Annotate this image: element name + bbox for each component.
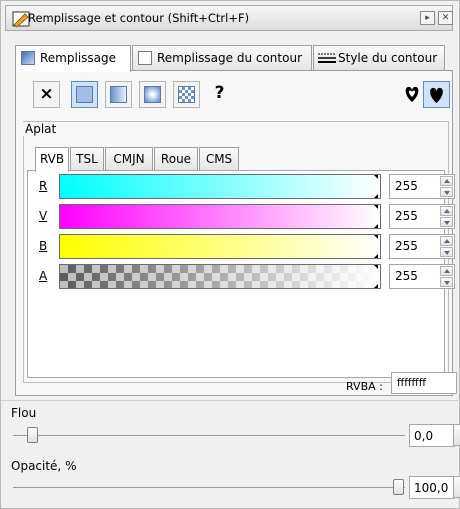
tab-stroke-style-label: Style du contour: [338, 51, 438, 65]
flat-color-icon: [76, 86, 93, 103]
fill-stroke-dialog: Remplissage et contour (Shift+Ctrl+F) ▸ …: [0, 0, 460, 509]
spin-down-icon[interactable]: [440, 247, 453, 257]
linear-gradient-icon: [110, 86, 127, 103]
slider-top-arrow-icon: [374, 205, 378, 209]
opacity-slider-thumb[interactable]: [393, 479, 404, 495]
blur-spin-icon[interactable]: [453, 424, 460, 446]
spin-down-icon[interactable]: [440, 217, 453, 227]
channel-v-label: V: [39, 209, 48, 223]
channel-v-spin[interactable]: 255: [389, 204, 455, 229]
pattern-button[interactable]: [173, 81, 200, 108]
unset-icon: ?: [214, 83, 225, 103]
stroke-paint-icon: [138, 51, 152, 65]
evenodd-icon: [402, 84, 422, 107]
blur-label: Flou: [11, 406, 37, 420]
channel-b-label: B: [39, 239, 48, 253]
unset-paint-button[interactable]: ?: [207, 81, 234, 108]
radial-gradient-icon: [144, 86, 161, 103]
channel-a-slider[interactable]: [59, 264, 381, 289]
channel-r-spin[interactable]: 255: [389, 174, 455, 199]
no-paint-icon: ×: [39, 84, 54, 104]
spin-up-icon[interactable]: [440, 236, 453, 246]
slider-top-arrow-icon: [374, 265, 378, 269]
dialog-title: Remplissage et contour (Shift+Ctrl+F): [28, 11, 250, 25]
channel-b-slider[interactable]: [59, 234, 381, 259]
tab-fill[interactable]: Remplissage: [15, 45, 131, 72]
channel-r-value: 255: [395, 179, 418, 193]
linear-gradient-button[interactable]: [105, 81, 132, 108]
channel-r-slider[interactable]: [59, 174, 381, 199]
tab-stroke-style[interactable]: Style du contour: [313, 45, 445, 71]
no-paint-button[interactable]: ×: [33, 81, 60, 108]
channel-v-slider[interactable]: [59, 204, 381, 229]
aplat-legend: Aplat: [23, 122, 59, 136]
blur-slider-thumb[interactable]: [27, 427, 38, 443]
channel-a-spin[interactable]: 255: [389, 264, 455, 289]
dialog-title-bar[interactable]: Remplissage et contour (Shift+Ctrl+F) ▸ …: [5, 5, 453, 31]
blur-value-input[interactable]: 0,0: [409, 424, 455, 447]
opacity-label: Opacité, %: [11, 459, 77, 473]
channel-r-label: R: [39, 179, 48, 193]
slider-top-arrow-icon: [374, 235, 378, 239]
slider-bottom-arrow-icon: [374, 254, 378, 258]
tab-fill-label: Remplissage: [40, 51, 117, 65]
tab-wheel[interactable]: Roue: [154, 147, 198, 171]
stroke-style-icon: [318, 51, 336, 65]
opacity-spin-icon[interactable]: [453, 476, 460, 498]
separator: [1, 400, 460, 401]
slider-bottom-arrow-icon: [374, 284, 378, 288]
nonzero-icon: [426, 85, 447, 108]
close-icon[interactable]: ✕: [438, 11, 453, 25]
channel-v-value: 255: [395, 209, 418, 223]
slider-bottom-arrow-icon: [374, 194, 378, 198]
dock-icon[interactable]: ▸: [420, 11, 435, 25]
channel-b-spin[interactable]: 255: [389, 234, 455, 259]
slider-bottom-arrow-icon: [374, 224, 378, 228]
fill-swatch-icon: [21, 51, 35, 65]
blur-track[interactable]: [13, 435, 405, 436]
tab-stroke-paint-label: Remplissage du contour: [157, 51, 302, 65]
tab-cms[interactable]: CMS: [199, 147, 239, 171]
channel-a-label: A: [39, 269, 48, 283]
slider-top-arrow-icon: [374, 175, 378, 179]
rgba-input[interactable]: ffffffff: [391, 372, 457, 394]
tab-rgb[interactable]: RVB: [35, 147, 69, 172]
radial-gradient-button[interactable]: [139, 81, 166, 108]
fill-rule-nonzero-button[interactable]: [423, 81, 450, 108]
tab-stroke-paint[interactable]: Remplissage du contour: [132, 45, 312, 71]
rgba-label: RVBA :: [346, 380, 383, 393]
pattern-icon: [178, 86, 195, 103]
spin-up-icon[interactable]: [440, 266, 453, 276]
tab-cmyk[interactable]: CMJN: [105, 147, 153, 171]
spin-up-icon[interactable]: [440, 206, 453, 216]
channel-b-value: 255: [395, 239, 418, 253]
spin-down-icon[interactable]: [440, 277, 453, 287]
channel-a-value: 255: [395, 269, 418, 283]
spin-up-icon[interactable]: [440, 176, 453, 186]
spin-down-icon[interactable]: [440, 187, 453, 197]
opacity-value-input[interactable]: 100,0: [409, 476, 455, 499]
tab-hsl[interactable]: TSL: [70, 147, 104, 171]
flat-color-button[interactable]: [71, 81, 98, 108]
opacity-track[interactable]: [13, 487, 405, 488]
fill-rule-evenodd-button[interactable]: [399, 81, 426, 108]
